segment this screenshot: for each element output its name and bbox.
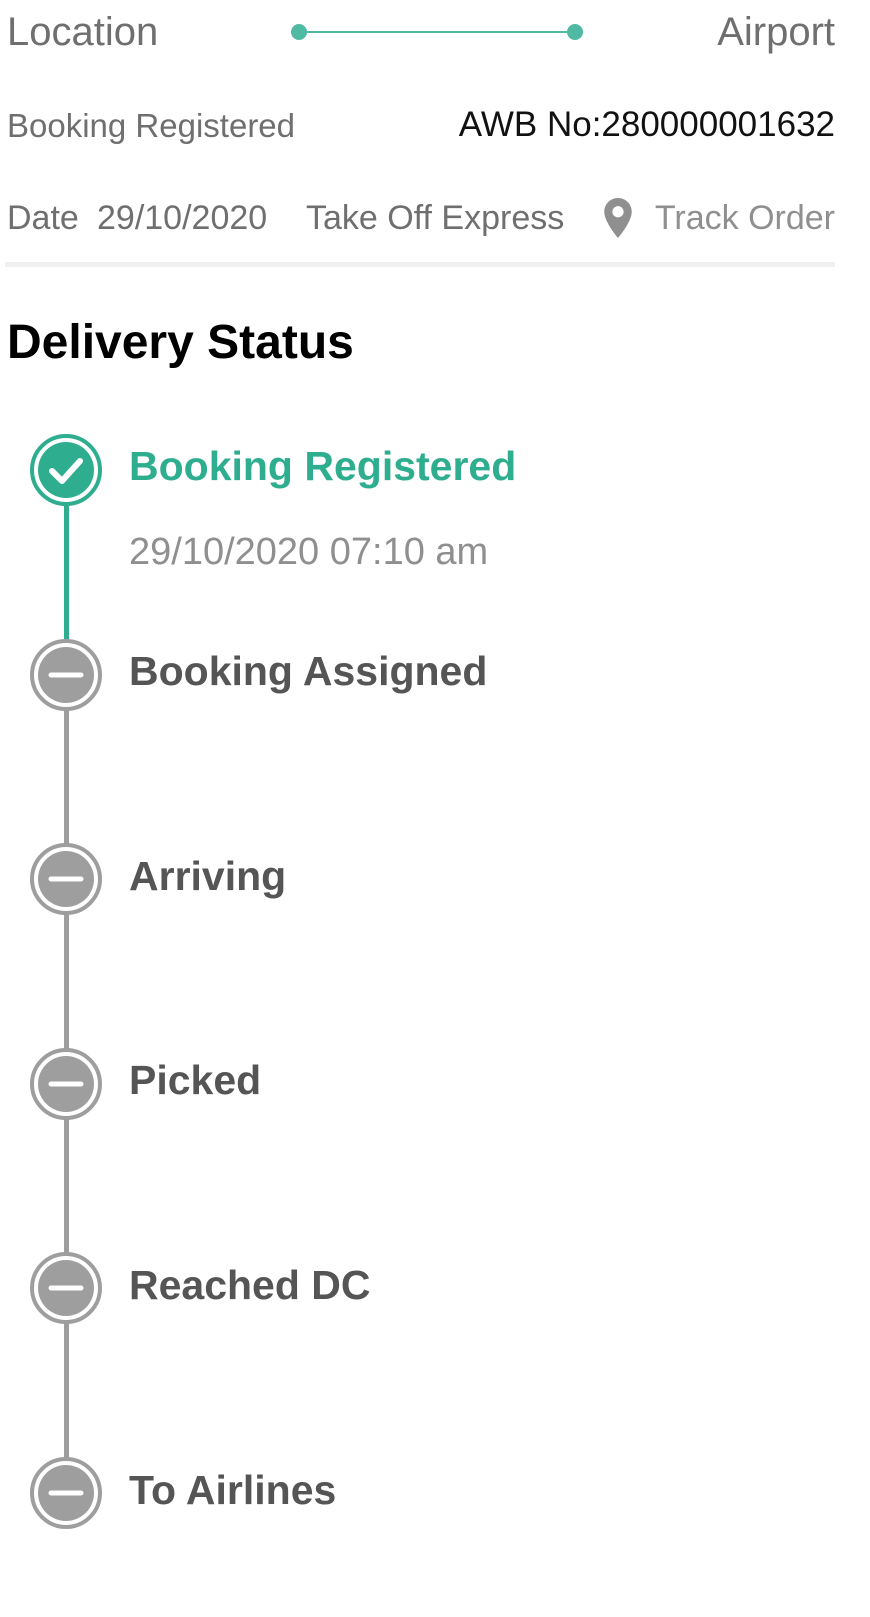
section-divider bbox=[5, 262, 835, 267]
timeline-step-node bbox=[29, 1251, 103, 1325]
track-order-label: Track Order bbox=[654, 199, 835, 237]
timeline-connector bbox=[64, 505, 69, 640]
route-end-dot bbox=[567, 24, 583, 40]
timeline-connector bbox=[64, 710, 69, 845]
timeline-step-label: Arriving bbox=[129, 853, 287, 899]
service-name: Take Off Express bbox=[306, 199, 565, 237]
timeline-step-node bbox=[29, 1456, 103, 1530]
route-origin: Location bbox=[7, 10, 159, 54]
awb-number: AWB No:280000001632 bbox=[458, 105, 835, 144]
timeline-step-label: Picked bbox=[129, 1057, 262, 1103]
minus-circle-icon bbox=[30, 639, 102, 711]
route-connector-line bbox=[299, 31, 575, 33]
track-order-button[interactable]: Track Order bbox=[603, 194, 835, 242]
timeline-step-label: To Airlines bbox=[129, 1467, 337, 1513]
minus-circle-icon bbox=[30, 1252, 102, 1324]
timeline-step-label: Booking Registered bbox=[129, 443, 517, 489]
date-value: 29/10/2020 bbox=[97, 199, 268, 237]
timeline-connector bbox=[64, 1323, 69, 1458]
timeline-connector bbox=[64, 1119, 69, 1254]
booking-status-text: Booking Registered bbox=[7, 107, 296, 144]
date-label: Date bbox=[7, 199, 79, 237]
timeline-step-node bbox=[29, 433, 103, 507]
location-pin-icon bbox=[604, 198, 632, 238]
timeline-step-node bbox=[29, 1047, 103, 1121]
route-start-dot bbox=[291, 24, 307, 40]
timeline-step-time: 29/10/2020 07:10 am bbox=[129, 531, 489, 573]
timeline-step-node bbox=[29, 842, 103, 916]
minus-circle-icon bbox=[30, 1048, 102, 1120]
minus-circle-icon bbox=[30, 843, 102, 915]
delivery-status-title: Delivery Status bbox=[7, 316, 354, 369]
minus-circle-icon bbox=[30, 1457, 102, 1529]
timeline-connector bbox=[64, 914, 69, 1049]
check-circle-icon bbox=[30, 434, 102, 506]
timeline-step-node bbox=[29, 638, 103, 712]
timeline-step-label: Booking Assigned bbox=[129, 648, 488, 694]
route-destination: Airport bbox=[717, 10, 835, 54]
timeline-step-label: Reached DC bbox=[129, 1262, 371, 1308]
